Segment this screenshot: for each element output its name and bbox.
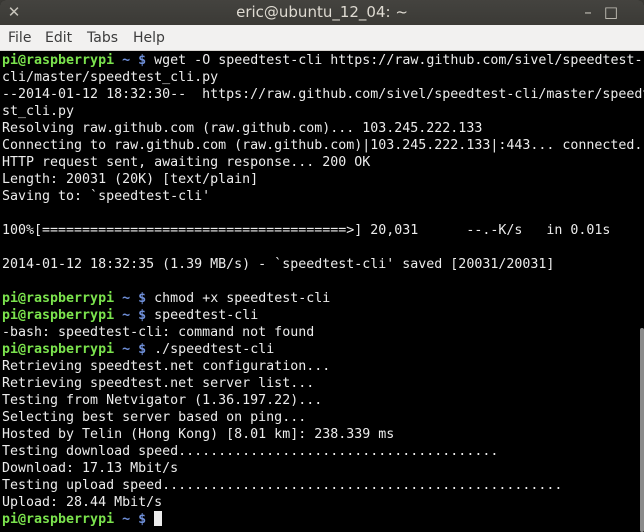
menu-bar: File Edit Tabs Help xyxy=(0,25,644,51)
prompt-symbol: $ xyxy=(138,291,147,306)
menu-tabs[interactable]: Tabs xyxy=(87,30,118,46)
terminal-line: Hosted by Telin (Hong Kong) [8.01 km]: 2… xyxy=(2,427,395,442)
terminal-line: pi@raspberrypi ~ $ chmod +x speedtest-cl… xyxy=(2,290,330,307)
terminal-line: -bash: speedtest-cli: command not found xyxy=(2,325,315,340)
prompt-user-host: pi@raspberrypi xyxy=(2,291,115,306)
prompt-user-host: pi@raspberrypi xyxy=(2,308,115,323)
terminal-line: Retrieving speedtest.net server list... xyxy=(2,376,315,391)
command-text: chmod +x speedtest-cli xyxy=(154,291,331,306)
window-title: eric@ubuntu_12_04: ~ xyxy=(236,3,408,21)
terminal-line: Upload: 28.44 Mbit/s xyxy=(2,495,163,510)
menu-help[interactable]: Help xyxy=(133,30,165,46)
terminal-line: Download: 17.13 Mbit/s xyxy=(2,461,179,476)
prompt-symbol: $ xyxy=(138,342,147,357)
terminal-line: pi@raspberrypi ~ $ speedtest-cli xyxy=(2,307,258,324)
terminal-line: 100%[===================================… xyxy=(2,223,611,238)
text-cursor xyxy=(154,511,163,526)
prompt-symbol: $ xyxy=(138,53,147,68)
command-text: ./speedtest-cli xyxy=(154,342,275,357)
command-text: wget -O speedtest-cli https://raw.github… xyxy=(154,53,643,68)
terminal-line: pi@raspberrypi ~ $ ./speedtest-cli xyxy=(2,341,274,358)
terminal-line: Selecting best server based on ping... xyxy=(2,410,307,425)
terminal-line: 2014-01-12 18:32:35 (1.39 MB/s) - `speed… xyxy=(2,257,555,272)
terminal-output[interactable]: pi@raspberrypi ~ $ wget -O speedtest-cli… xyxy=(0,51,644,532)
menu-file[interactable]: File xyxy=(8,30,31,46)
scrollbar[interactable] xyxy=(640,328,644,532)
terminal-line: pi@raspberrypi ~ $ wget -O speedtest-cli… xyxy=(2,52,643,69)
terminal-line: --2014-01-12 18:32:30-- https://raw.gith… xyxy=(2,87,644,102)
prompt-path: ~ xyxy=(122,342,131,357)
terminal-line: Saving to: `speedtest-cli' xyxy=(2,189,211,204)
terminal-line: HTTP request sent, awaiting response... … xyxy=(2,155,371,170)
prompt-user-host: pi@raspberrypi xyxy=(2,512,115,527)
title-bar[interactable]: ✕ – □ eric@ubuntu_12_04: ~ xyxy=(0,0,644,25)
terminal-line: Testing from Netvigator (1.36.197.22)... xyxy=(2,393,323,408)
terminal-line: Resolving raw.github.com (raw.github.com… xyxy=(2,121,483,136)
prompt-user-host: pi@raspberrypi xyxy=(2,53,115,68)
terminal-line: Connecting to raw.github.com (raw.github… xyxy=(2,138,643,153)
menu-edit[interactable]: Edit xyxy=(45,30,72,46)
terminal-window: ✕ – □ eric@ubuntu_12_04: ~ File Edit Tab… xyxy=(0,0,644,532)
prompt-path: ~ xyxy=(122,308,131,323)
prompt-path: ~ xyxy=(122,291,131,306)
terminal-line: st_cli.py xyxy=(2,104,75,119)
terminal-line: Retrieving speedtest.net configuration..… xyxy=(2,359,331,374)
terminal-line: pi@raspberrypi ~ $ xyxy=(2,511,163,528)
prompt-symbol: $ xyxy=(138,308,147,323)
prompt-path: ~ xyxy=(122,512,131,527)
command-text: speedtest-cli xyxy=(154,308,259,323)
terminal-line: Length: 20031 (20K) [text/plain] xyxy=(2,172,259,187)
prompt-user-host: pi@raspberrypi xyxy=(2,342,115,357)
prompt-symbol: $ xyxy=(138,512,147,527)
terminal-line: Testing download speed..................… xyxy=(2,444,499,459)
prompt-path: ~ xyxy=(122,53,131,68)
terminal-line: Testing upload speed....................… xyxy=(2,478,563,493)
terminal-line: cli/master/speedtest_cli.py xyxy=(2,70,219,85)
